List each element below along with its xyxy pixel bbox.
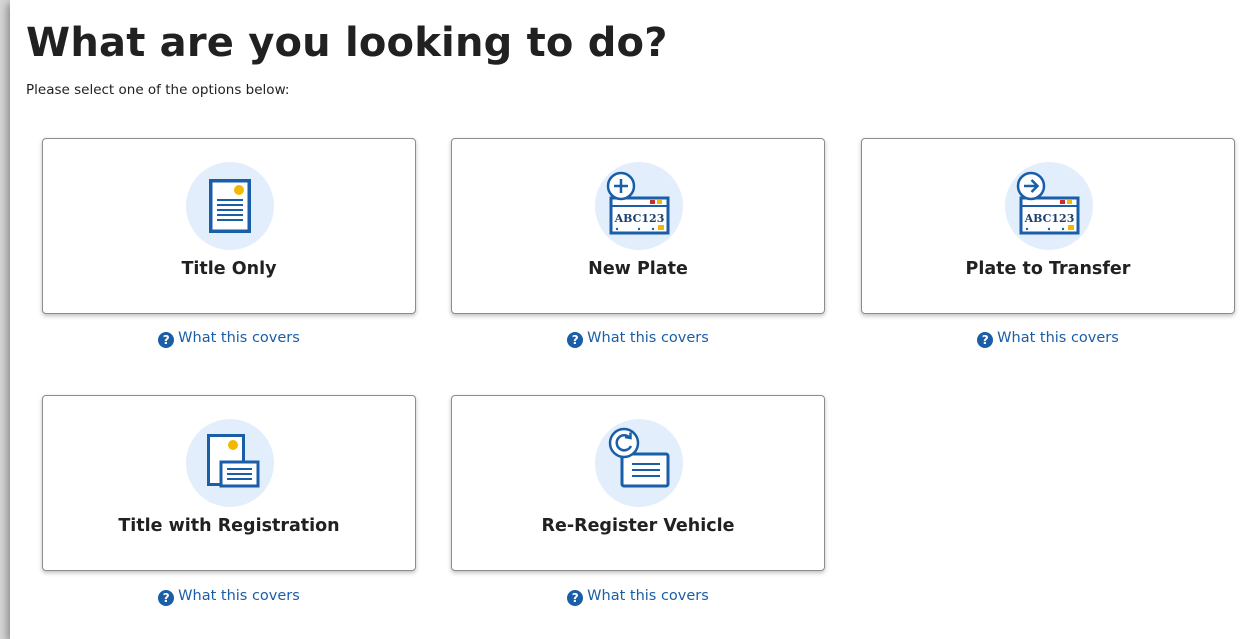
question-circle-icon: ?	[158, 590, 175, 606]
question-circle-icon: ?	[977, 332, 994, 348]
question-circle-icon: ?	[567, 590, 584, 606]
question-circle-icon: ?	[567, 332, 584, 348]
re-register-icon	[595, 419, 683, 507]
what-this-covers-link[interactable]: ? What this covers	[42, 588, 416, 606]
what-this-covers-link[interactable]: ? What this covers	[861, 330, 1235, 348]
help-link-text: What this covers	[178, 588, 300, 604]
option-label: Title Only	[181, 259, 277, 279]
page-title: What are you looking to do?	[26, 20, 668, 66]
help-link-text: What this covers	[587, 588, 709, 604]
option-card-title-only[interactable]: Title Only	[42, 138, 416, 314]
what-this-covers-link[interactable]: ? What this covers	[42, 330, 416, 348]
title-document-icon	[186, 162, 274, 250]
title-registration-icon	[186, 419, 274, 507]
what-this-covers-link[interactable]: ? What this covers	[451, 330, 825, 348]
transfer-plate-icon: ABC123	[1005, 162, 1093, 250]
help-link-text: What this covers	[587, 330, 709, 346]
option-card-plate-to-transfer[interactable]: ABC123 Plate to Transfer	[861, 138, 1235, 314]
option-card-new-plate[interactable]: ABC123 New Plate	[451, 138, 825, 314]
what-this-covers-link[interactable]: ? What this covers	[451, 588, 825, 606]
plate-text: ABC123	[1024, 212, 1075, 225]
option-card-re-register-vehicle[interactable]: Re-Register Vehicle	[451, 395, 825, 571]
option-label: Title with Registration	[118, 516, 340, 536]
question-circle-icon: ?	[158, 332, 175, 348]
option-label: Plate to Transfer	[965, 259, 1131, 279]
option-label: New Plate	[588, 259, 688, 279]
option-label: Re-Register Vehicle	[541, 516, 735, 536]
help-link-text: What this covers	[178, 330, 300, 346]
help-link-text: What this covers	[997, 330, 1119, 346]
page-subtitle: Please select one of the options below:	[26, 82, 290, 98]
main-panel: What are you looking to do? Please selec…	[10, 0, 1257, 639]
new-plate-icon: ABC123	[595, 162, 683, 250]
plate-text: ABC123	[614, 212, 665, 225]
option-card-title-with-registration[interactable]: Title with Registration	[42, 395, 416, 571]
